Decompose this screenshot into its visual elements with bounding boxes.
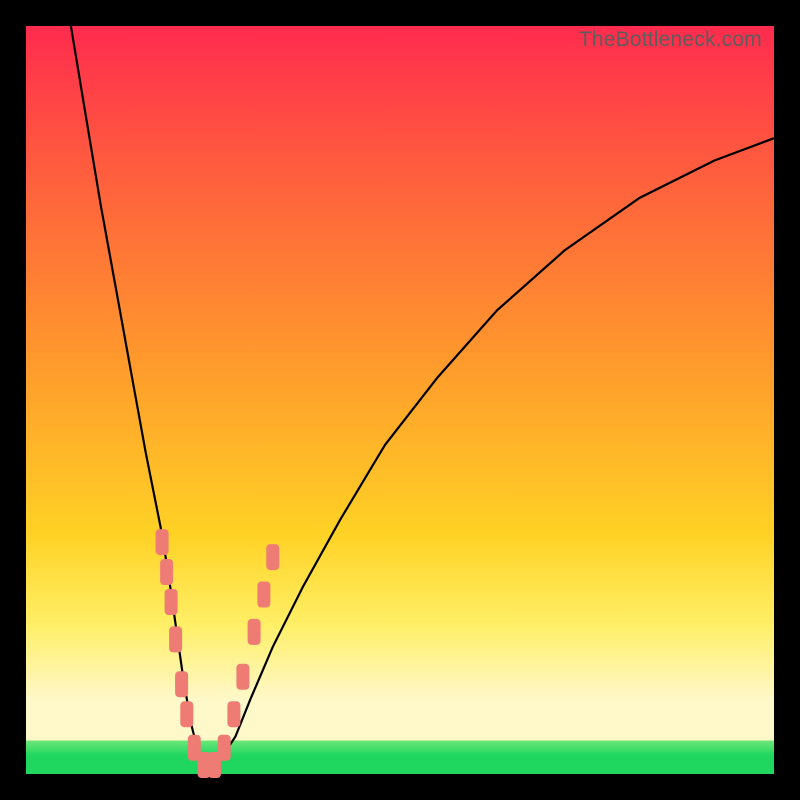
curve-marker	[248, 619, 261, 645]
curve-marker	[175, 671, 188, 697]
outer-frame: TheBottleneck.com	[0, 0, 800, 800]
curve-marker	[236, 664, 249, 690]
curve-marker	[156, 529, 169, 555]
curve-marker	[218, 735, 231, 761]
curve-marker	[165, 589, 178, 615]
marker-group	[156, 529, 280, 778]
curve-svg	[26, 26, 774, 774]
plot-area: TheBottleneck.com	[26, 26, 774, 774]
curve-marker	[227, 701, 240, 727]
curve-marker	[169, 626, 182, 652]
curve-marker	[257, 582, 270, 608]
bottleneck-curve	[71, 26, 774, 767]
curve-marker	[180, 701, 193, 727]
curve-marker	[266, 544, 279, 570]
curve-marker	[160, 559, 173, 585]
